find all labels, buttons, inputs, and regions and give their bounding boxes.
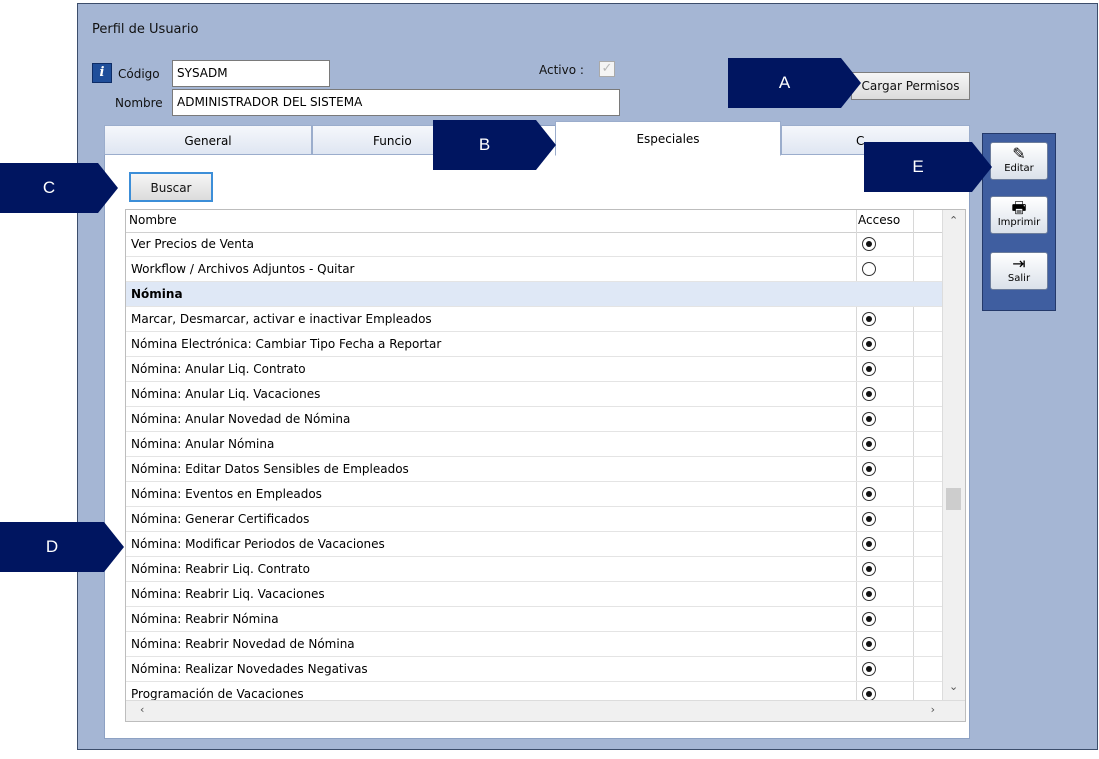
- table-row[interactable]: Nómina: Generar Certificados: [126, 507, 944, 532]
- row-name: Nómina: Modificar Periodos de Vacaciones: [131, 537, 385, 551]
- row-name: Nómina: Anular Novedad de Nómina: [131, 412, 351, 426]
- codigo-field[interactable]: SYSADM: [172, 60, 330, 87]
- table-row[interactable]: Nómina: Eventos en Empleados: [126, 482, 944, 507]
- table-row[interactable]: Nómina: Anular Liq. Vacaciones: [126, 382, 944, 407]
- tab-funciones[interactable]: Funcio: [312, 125, 452, 155]
- callout-d: D: [0, 522, 124, 572]
- codigo-label: Código: [118, 67, 160, 81]
- table-row[interactable]: Nómina: Reabrir Liq. Vacaciones: [126, 582, 944, 607]
- cargar-permisos-button[interactable]: Cargar Permisos: [851, 72, 970, 100]
- table-row[interactable]: Nómina Electrónica: Cambiar Tipo Fecha a…: [126, 332, 944, 357]
- access-radio[interactable]: [862, 387, 876, 401]
- row-name: Nómina: Anular Liq. Contrato: [131, 362, 306, 376]
- print-label: Imprimir: [997, 217, 1041, 228]
- table-row[interactable]: Nómina: Reabrir Nómina: [126, 607, 944, 632]
- edit-label: Editar: [1004, 163, 1034, 174]
- access-radio[interactable]: [862, 662, 876, 676]
- permissions-grid: Nombre Acceso Ver Precios de Venta Workfl…: [125, 209, 966, 722]
- access-radio[interactable]: [862, 587, 876, 601]
- row-name: Nómina: Generar Certificados: [131, 512, 310, 526]
- access-radio[interactable]: [862, 237, 876, 251]
- info-icon[interactable]: i: [92, 63, 112, 83]
- edit-icon: ✎: [1012, 144, 1026, 163]
- window-title: Perfil de Usuario: [92, 22, 199, 37]
- column-header-acceso[interactable]: Acceso: [858, 213, 900, 227]
- table-row[interactable]: Ver Precios de Venta: [126, 232, 944, 257]
- buscar-button[interactable]: Buscar: [129, 172, 213, 202]
- grid-header: Nombre Acceso: [126, 210, 944, 233]
- row-name: Nómina: Anular Liq. Vacaciones: [131, 387, 321, 401]
- callout-e: E: [864, 142, 992, 192]
- row-name: Nómina: Reabrir Liq. Contrato: [131, 562, 310, 576]
- edit-button[interactable]: ✎ Editar: [990, 142, 1048, 180]
- access-radio[interactable]: [862, 487, 876, 501]
- access-radio[interactable]: [862, 262, 876, 276]
- access-radio[interactable]: [862, 612, 876, 626]
- scroll-right-icon[interactable]: ›: [931, 703, 935, 716]
- scroll-left-icon[interactable]: ‹: [140, 703, 144, 716]
- table-row[interactable]: Nómina: Anular Novedad de Nómina: [126, 407, 944, 432]
- activo-checkbox[interactable]: ✓: [599, 61, 615, 77]
- tab-general[interactable]: General: [104, 125, 312, 155]
- access-radio[interactable]: [862, 462, 876, 476]
- printer-icon: 🖶: [1011, 198, 1027, 217]
- vertical-scrollbar[interactable]: ⌃ ⌄: [942, 210, 965, 702]
- table-row[interactable]: Nómina: Anular Liq. Contrato: [126, 357, 944, 382]
- access-radio[interactable]: [862, 312, 876, 326]
- row-name: Nómina: Eventos en Empleados: [131, 487, 322, 501]
- exit-label: Salir: [1007, 273, 1031, 284]
- table-row[interactable]: Nómina: Anular Nómina: [126, 432, 944, 457]
- callout-b: B: [433, 120, 556, 170]
- action-panel: ✎ Editar 🖶 Imprimir ⇥ Salir: [982, 133, 1056, 311]
- column-header-nombre[interactable]: Nombre: [129, 213, 177, 227]
- row-name: Nómina: Reabrir Liq. Vacaciones: [131, 587, 325, 601]
- horizontal-scrollbar[interactable]: ‹ ›: [126, 700, 965, 721]
- scroll-thumb[interactable]: [946, 488, 961, 510]
- row-name: Nómina: Reabrir Nómina: [131, 612, 279, 626]
- exit-icon: ⇥: [1012, 254, 1026, 273]
- table-row[interactable]: Nómina: Modificar Periodos de Vacaciones: [126, 532, 944, 557]
- exit-button[interactable]: ⇥ Salir: [990, 252, 1048, 290]
- row-name: Nómina Electrónica: Cambiar Tipo Fecha a…: [131, 337, 442, 351]
- access-radio[interactable]: [862, 562, 876, 576]
- scroll-up-icon[interactable]: ⌃: [949, 214, 958, 227]
- scroll-down-icon[interactable]: ⌄: [949, 680, 958, 693]
- nombre-label: Nombre: [115, 96, 163, 110]
- print-button[interactable]: 🖶 Imprimir: [990, 196, 1048, 234]
- row-name: Ver Precios de Venta: [131, 237, 254, 251]
- group-row[interactable]: Nómina: [126, 282, 944, 307]
- access-radio[interactable]: [862, 537, 876, 551]
- row-name: Nómina: Realizar Novedades Negativas: [131, 662, 368, 676]
- row-name: Nómina: [131, 287, 183, 301]
- callout-a: A: [728, 58, 861, 108]
- row-name: Nómina: Reabrir Novedad de Nómina: [131, 637, 355, 651]
- access-radio[interactable]: [862, 362, 876, 376]
- access-radio[interactable]: [862, 512, 876, 526]
- access-radio[interactable]: [862, 437, 876, 451]
- access-radio[interactable]: [862, 412, 876, 426]
- access-radio[interactable]: [862, 337, 876, 351]
- access-radio[interactable]: [862, 637, 876, 651]
- activo-label: Activo :: [539, 63, 584, 77]
- row-name: Programación de Vacaciones: [131, 687, 304, 701]
- table-row[interactable]: Nómina: Editar Datos Sensibles de Emplea…: [126, 457, 944, 482]
- row-name: Nómina: Editar Datos Sensibles de Emplea…: [131, 462, 409, 476]
- row-name: Marcar, Desmarcar, activar e inactivar E…: [131, 312, 432, 326]
- row-name: Nómina: Anular Nómina: [131, 437, 275, 451]
- row-name: Workflow / Archivos Adjuntos - Quitar: [131, 262, 355, 276]
- table-row[interactable]: Workflow / Archivos Adjuntos - Quitar: [126, 257, 944, 282]
- table-row[interactable]: Nómina: Realizar Novedades Negativas: [126, 657, 944, 682]
- nombre-field[interactable]: ADMINISTRADOR DEL SISTEMA: [172, 89, 620, 116]
- access-radio[interactable]: [862, 687, 876, 701]
- table-row[interactable]: Nómina: Reabrir Novedad de Nómina: [126, 632, 944, 657]
- tab-especiales[interactable]: Especiales: [555, 121, 781, 156]
- table-row[interactable]: Nómina: Reabrir Liq. Contrato: [126, 557, 944, 582]
- table-row[interactable]: Marcar, Desmarcar, activar e inactivar E…: [126, 307, 944, 332]
- callout-c: C: [0, 163, 118, 213]
